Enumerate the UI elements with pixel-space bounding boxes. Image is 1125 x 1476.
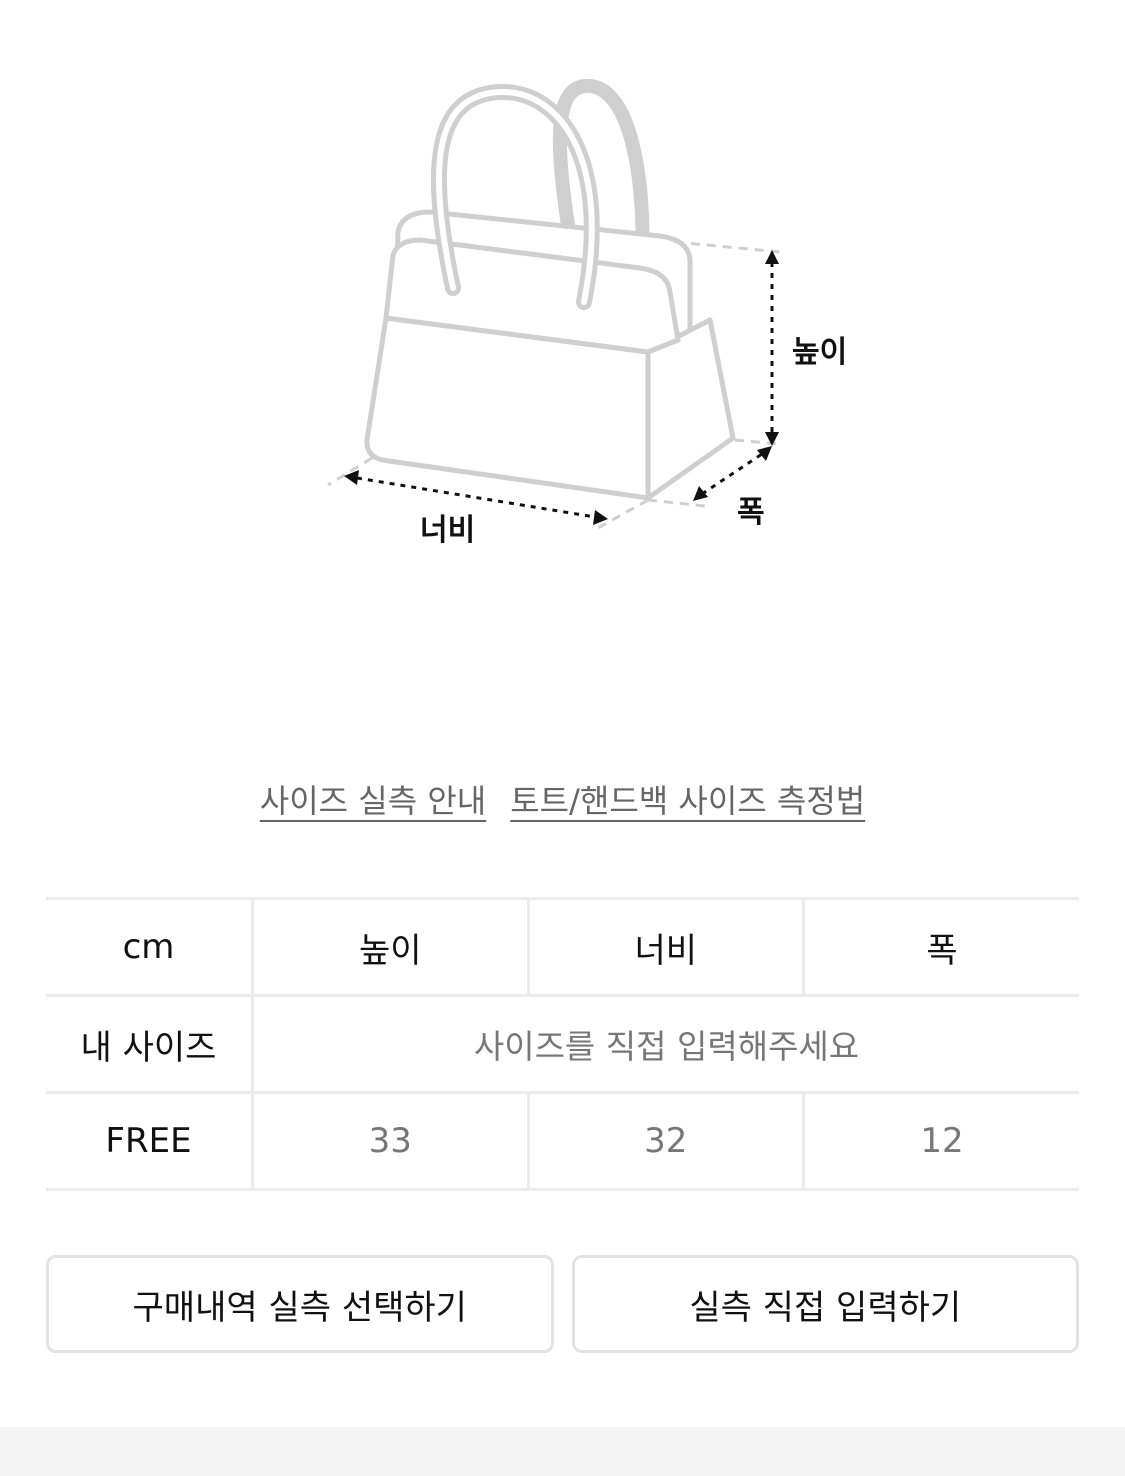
measure-method-link[interactable]: 토트/핸드백 사이즈 측정법 (510, 776, 865, 822)
select-purchase-history-button[interactable]: 구매내역 실측 선택하기 (46, 1255, 554, 1353)
depth-label: 폭 (737, 495, 765, 530)
footer-divider (0, 1427, 1125, 1476)
direct-input-button[interactable]: 실측 직접 입력하기 (571, 1255, 1079, 1353)
height-arrow (765, 250, 779, 446)
height-label: 높이 (792, 335, 847, 370)
depth-value: 12 (802, 1091, 1079, 1191)
my-size-input-prompt[interactable]: 사이즈를 직접 입력해주세요 (251, 994, 1079, 1094)
size-table: cm 높이 너비 폭 내 사이즈 사이즈를 직접 입력해주세요 FREE 33 … (46, 897, 1079, 1191)
my-size-row: 내 사이즈 사이즈를 직접 입력해주세요 (46, 994, 1079, 1094)
my-size-label: 내 사이즈 (46, 994, 253, 1094)
bag-measurement-diagram: 높이 너비 폭 (0, 0, 1125, 620)
guide-links: 사이즈 실측 안내 토트/핸드백 사이즈 측정법 (0, 776, 1125, 822)
size-name: FREE (46, 1091, 253, 1191)
depth-header: 폭 (802, 897, 1079, 997)
size-guide-page: 높이 너비 폭 사이즈 실측 안내 토트/핸드백 사이즈 측정법 cm 높이 너… (0, 0, 1125, 1476)
height-value: 33 (251, 1091, 528, 1191)
table-header-row: cm 높이 너비 폭 (46, 897, 1079, 997)
width-header: 너비 (526, 897, 804, 997)
action-buttons: 구매내역 실측 선택하기 실측 직접 입력하기 (46, 1255, 1079, 1353)
size-guide-link[interactable]: 사이즈 실측 안내 (260, 776, 486, 822)
tote-bag-illustration: 높이 너비 폭 (327, 78, 847, 548)
width-value: 32 (526, 1091, 804, 1191)
width-label: 너비 (420, 513, 475, 548)
table-row: FREE 33 32 12 (46, 1091, 1079, 1191)
unit-header: cm (46, 897, 253, 997)
height-header: 높이 (251, 897, 528, 997)
